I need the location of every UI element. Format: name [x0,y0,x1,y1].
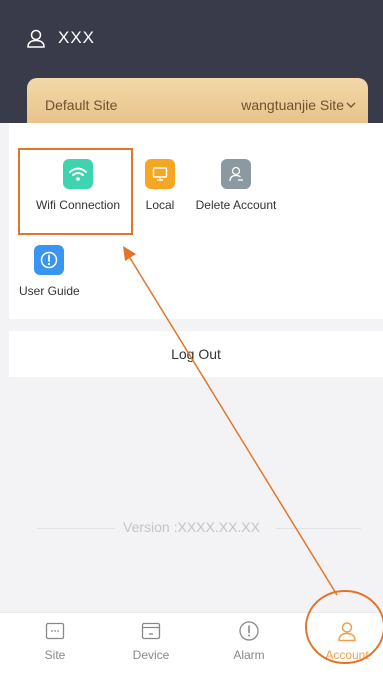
local-label: Local [145,198,175,212]
wifi-connection-label: Wifi Connection [35,198,121,212]
wifi-connection-tile[interactable]: Wifi Connection [19,159,137,212]
delete-account-label: Delete Account [195,198,277,212]
account-icon [307,619,383,643]
site-icon [15,619,95,643]
tab-account-label: Account [325,648,369,662]
tab-device[interactable]: Device [111,619,191,662]
device-icon [111,619,191,643]
alarm-icon [209,619,289,643]
user-guide-label: User Guide [19,284,80,298]
user-row[interactable]: XXX [26,28,95,48]
site-selector[interactable]: wangtuanjie Site [241,97,356,113]
log-out-button[interactable]: Log Out [9,331,383,377]
user-outline-icon [27,29,45,48]
default-site-label: Default Site [45,97,118,113]
bottom-tab-bar: Site Device Alarm Account [0,612,383,674]
tab-account[interactable]: Account [307,619,383,662]
monitor-icon [145,159,175,189]
version-divider-right [276,528,361,529]
tab-device-label: Device [132,648,170,662]
account-functions-panel: Wifi Connection Local Delete Account Use… [9,123,383,319]
delete-account-tile[interactable]: Delete Account [186,159,286,212]
wifi-icon [63,159,93,189]
delete-account-icon [221,159,251,189]
tab-alarm[interactable]: Alarm [209,619,289,662]
site-selector-value: wangtuanjie Site [241,97,344,113]
guide-icon [34,245,64,275]
user-guide-tile[interactable]: User Guide [19,245,80,298]
tab-alarm-label: Alarm [233,648,265,662]
tab-site[interactable]: Site [15,619,95,662]
chevron-down-icon [346,102,356,108]
username: XXX [58,28,96,47]
tab-site-label: Site [44,648,66,662]
local-tile[interactable]: Local [135,159,185,212]
version-text: Version :XXXX.XX.XX [123,519,260,535]
